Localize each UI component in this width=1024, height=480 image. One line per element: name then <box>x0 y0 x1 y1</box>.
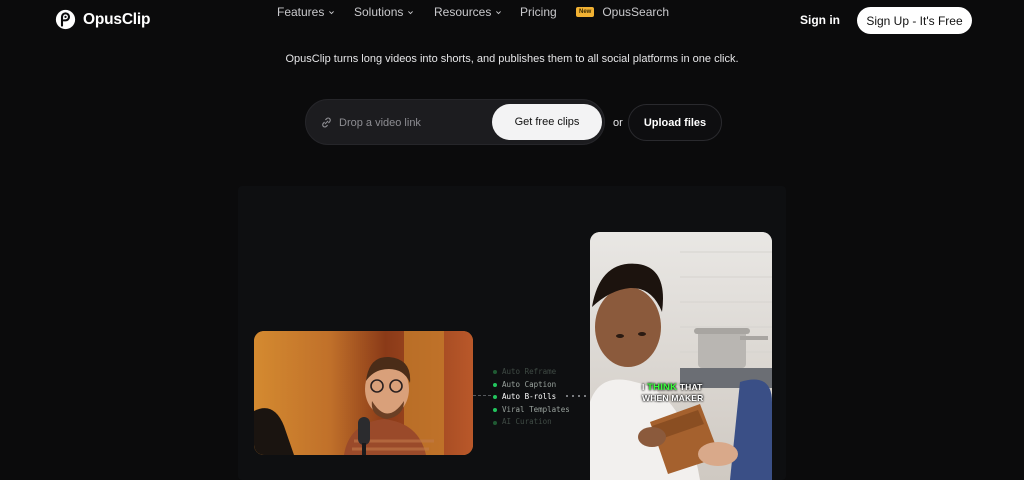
connector-line-left <box>473 395 491 396</box>
brand-name: OpusClip <box>83 10 151 28</box>
connector-dot <box>566 395 568 397</box>
feature-item: Auto Caption <box>493 379 570 392</box>
nav-solutions-label: Solutions <box>354 5 404 19</box>
chevron-down-icon <box>329 10 335 14</box>
hero-tagline: OpusClip turns long videos into shorts, … <box>285 53 739 65</box>
sign-up-button[interactable]: Sign Up - It's Free <box>857 7 972 34</box>
connector-dot <box>584 395 586 397</box>
feature-item: Viral Templates <box>493 404 570 417</box>
nav-features-label: Features <box>277 5 325 19</box>
top-nav: OpusClip Features Solutions Resources Pr… <box>0 0 1024 40</box>
connector-dot <box>572 395 574 397</box>
nav-features[interactable]: Features <box>277 5 335 19</box>
short-clip-scene-image <box>590 232 772 480</box>
caption-highlight-word: THINK <box>647 382 678 393</box>
status-dot-icon <box>493 408 497 413</box>
podcast-scene-image <box>254 331 473 455</box>
new-badge: New <box>576 7 595 17</box>
status-dot-icon <box>493 395 497 400</box>
nav-resources[interactable]: Resources <box>434 5 502 19</box>
upload-files-button[interactable]: Upload files <box>628 104 722 141</box>
nav-pricing-label: Pricing <box>520 5 557 19</box>
nav-opussearch[interactable]: New OpusSearch <box>576 5 669 19</box>
sign-in-link[interactable]: Sign in <box>800 13 840 27</box>
output-short-video <box>590 232 772 480</box>
ai-features-list: Auto Reframe Auto Caption Auto B-rolls V… <box>493 366 570 429</box>
opusclip-logo-icon <box>55 9 76 30</box>
video-link-form: Get free clips <box>305 99 605 145</box>
connector-dot <box>578 395 580 397</box>
caption-line-2: WHEN MAKER <box>642 393 704 403</box>
video-link-input[interactable] <box>339 112 489 134</box>
nav-resources-label: Resources <box>434 5 492 19</box>
nav-pricing[interactable]: Pricing <box>520 5 557 19</box>
chevron-down-icon <box>408 10 414 14</box>
nav-solutions[interactable]: Solutions <box>354 5 414 19</box>
feature-item: AI Curation <box>493 416 570 429</box>
source-video-thumbnail <box>254 331 473 455</box>
connector-dots-right <box>566 395 590 397</box>
feature-item-active: Auto B-rolls <box>493 391 570 404</box>
link-icon <box>322 117 331 128</box>
or-separator: or <box>613 117 623 129</box>
caption-line-1: I THINK THAT <box>642 382 703 393</box>
feature-item: Auto Reframe <box>493 366 570 379</box>
status-dot-icon <box>493 420 497 425</box>
chevron-down-icon <box>496 10 502 14</box>
status-dot-icon <box>493 370 497 375</box>
brand-logo[interactable]: OpusClip <box>55 9 150 30</box>
status-dot-icon <box>493 382 497 387</box>
video-caption-overlay: I THINK THAT WHEN MAKER <box>642 382 704 404</box>
nav-opussearch-label: OpusSearch <box>602 5 670 19</box>
get-free-clips-button[interactable]: Get free clips <box>492 104 602 140</box>
